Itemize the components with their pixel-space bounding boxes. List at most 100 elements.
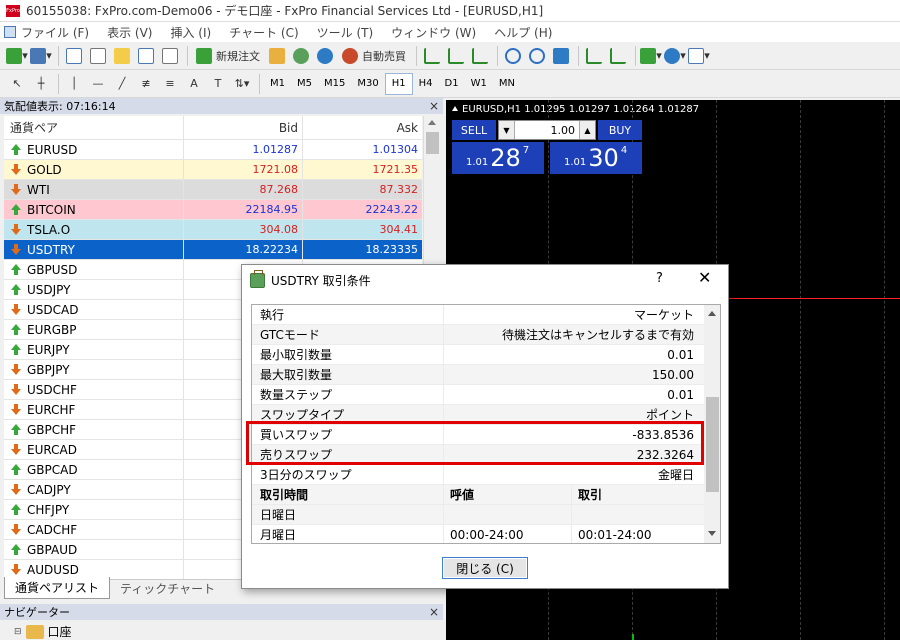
menu-file[interactable]: ファイル (F) <box>0 24 98 41</box>
vps-icon[interactable] <box>314 45 336 67</box>
timeframe-m5[interactable]: M5 <box>291 73 318 95</box>
sell-button[interactable]: SELL <box>452 120 496 140</box>
close-icon[interactable]: × <box>429 605 439 619</box>
market-watch-icon[interactable] <box>63 45 85 67</box>
vertical-line-icon[interactable]: │ <box>63 73 85 95</box>
sell-price-button[interactable]: 1.01 28 7 <box>452 142 544 174</box>
arrow-down-icon <box>10 483 22 496</box>
line-chart-icon[interactable] <box>469 45 491 67</box>
close-icon[interactable]: ✕ <box>698 268 711 287</box>
text-icon[interactable]: A <box>183 73 205 95</box>
menu-tools[interactable]: ツール (T) <box>308 24 383 41</box>
timeframe-m1[interactable]: M1 <box>264 73 291 95</box>
ask-cell: 22243.22 <box>365 203 419 216</box>
column-ask[interactable]: Ask <box>303 116 422 139</box>
symbol-cell: WTI <box>4 180 184 199</box>
auto-trade-icon <box>342 47 358 64</box>
decrease-lot-icon[interactable]: ▼ <box>499 121 515 139</box>
symbol-cell: GBPAUD <box>4 540 184 559</box>
chart-title: EURUSD,H1 1.01295 1.01297 1.01264 1.0128… <box>452 104 699 115</box>
buy-button[interactable]: BUY <box>598 120 642 140</box>
menu-help[interactable]: ヘルプ (H) <box>485 24 561 41</box>
indicators-icon[interactable]: ▾ <box>640 45 662 67</box>
timeframe-m30[interactable]: M30 <box>351 73 384 95</box>
auto-scroll-icon[interactable] <box>583 45 605 67</box>
text-label-icon[interactable]: T <box>207 73 229 95</box>
menu-insert[interactable]: 挿入 (I) <box>161 24 220 41</box>
column-bid[interactable]: Bid <box>184 116 303 139</box>
timeframe-w1[interactable]: W1 <box>465 73 493 95</box>
equidistant-channel-icon[interactable]: ≢ <box>135 73 157 95</box>
sell-price-pip: 7 <box>522 145 530 156</box>
table-row[interactable]: BITCOIN 22184.95 22243.22 <box>4 200 422 220</box>
trend-line-icon[interactable]: ╱ <box>111 73 133 95</box>
horizontal-line-icon[interactable]: — <box>87 73 109 95</box>
zoom-out-icon[interactable] <box>526 45 548 67</box>
dialog-scrollbar[interactable] <box>704 305 720 543</box>
periods-icon[interactable]: ▾ <box>664 45 686 67</box>
templates-icon[interactable]: ▾ <box>688 45 710 67</box>
close-icon[interactable]: × <box>429 99 439 113</box>
help-icon[interactable]: ? <box>656 271 663 286</box>
timeframe-d1[interactable]: D1 <box>439 73 465 95</box>
new-chart-icon[interactable]: ▾ <box>6 45 28 67</box>
data-window-icon[interactable] <box>87 45 109 67</box>
spec-key: 3日分のスワップ <box>252 465 444 484</box>
table-row[interactable]: WTI 87.268 87.332 <box>4 180 422 200</box>
arrows-icon[interactable]: ⇅▾ <box>231 73 253 95</box>
lot-size-value[interactable]: 1.00 <box>515 124 579 137</box>
candlestick-icon[interactable] <box>445 45 467 67</box>
bar-chart-icon[interactable] <box>421 45 443 67</box>
table-row[interactable]: EURUSD 1.01287 1.01304 <box>4 140 422 160</box>
symbol-cell: CADCHF <box>4 520 184 539</box>
symbol-name: TSLA.O <box>27 222 71 237</box>
buy-price-button[interactable]: 1.01 30 4 <box>550 142 642 174</box>
spec-value: ポイント <box>645 408 694 422</box>
cursor-icon[interactable]: ↖ <box>6 73 28 95</box>
lot-size-stepper[interactable]: ▼ 1.00 ▲ <box>498 120 596 140</box>
tile-windows-icon[interactable] <box>550 45 572 67</box>
auto-trade-label: 自動売買 <box>362 49 406 63</box>
spec-key: スワップタイプ <box>252 405 444 424</box>
table-row[interactable]: USDTRY 18.22234 18.23335 <box>4 240 422 260</box>
metaeditor-icon[interactable] <box>266 45 288 67</box>
menu-view[interactable]: 表示 (V) <box>98 24 161 41</box>
new-order-button[interactable]: 新規注文 <box>192 45 264 67</box>
crosshair-icon[interactable]: ┼ <box>30 73 52 95</box>
timeframe-h1[interactable]: H1 <box>384 72 413 95</box>
session-header-col3: 取引 <box>578 488 603 502</box>
profiles-icon[interactable]: ▾ <box>30 45 52 67</box>
zoom-in-icon[interactable] <box>502 45 524 67</box>
timeframe-m15[interactable]: M15 <box>318 73 351 95</box>
fibonacci-icon[interactable]: ≡ <box>159 73 181 95</box>
buy-price-main: 30 <box>588 144 619 172</box>
navigator-item-accounts[interactable]: ⊟ 口座 <box>14 623 72 640</box>
menu-window[interactable]: ウィンドウ (W) <box>382 24 485 41</box>
session-col3: 00:01-24:00 <box>578 528 652 542</box>
buy-price-prefix: 1.01 <box>564 157 587 168</box>
arrow-up-icon <box>10 343 22 356</box>
close-button[interactable]: 閉じる (C) <box>442 557 528 579</box>
market-watch-header: 気配値表示: 07:16:14 × <box>0 98 443 114</box>
timeframe-h4[interactable]: H4 <box>413 73 439 95</box>
signals-icon[interactable] <box>290 45 312 67</box>
tester-icon[interactable] <box>159 45 181 67</box>
table-row: 最大取引数量 150.00 <box>252 365 720 385</box>
menu-chart[interactable]: チャート (C) <box>220 24 307 41</box>
ask-cell: 1721.35 <box>372 163 419 176</box>
auto-trade-button[interactable]: 自動売買 <box>338 45 410 67</box>
table-row[interactable]: TSLA.O 304.08 304.41 <box>4 220 422 240</box>
tab-tick-chart[interactable]: ティックチャート <box>110 578 225 599</box>
column-symbol[interactable]: 通貨ペア <box>4 116 184 139</box>
session-col2 <box>444 505 572 524</box>
arrow-up-icon <box>10 203 22 216</box>
increase-lot-icon[interactable]: ▲ <box>579 121 595 139</box>
bid-cell: 87.268 <box>184 180 303 199</box>
navigator-icon[interactable] <box>111 45 133 67</box>
chart-shift-icon[interactable] <box>607 45 629 67</box>
terminal-icon[interactable] <box>135 45 157 67</box>
symbol-name: USDCAD <box>27 302 79 317</box>
timeframe-mn[interactable]: MN <box>493 73 521 95</box>
tab-symbols[interactable]: 通貨ペアリスト <box>4 577 111 599</box>
table-row[interactable]: GOLD 1721.08 1721.35 <box>4 160 422 180</box>
